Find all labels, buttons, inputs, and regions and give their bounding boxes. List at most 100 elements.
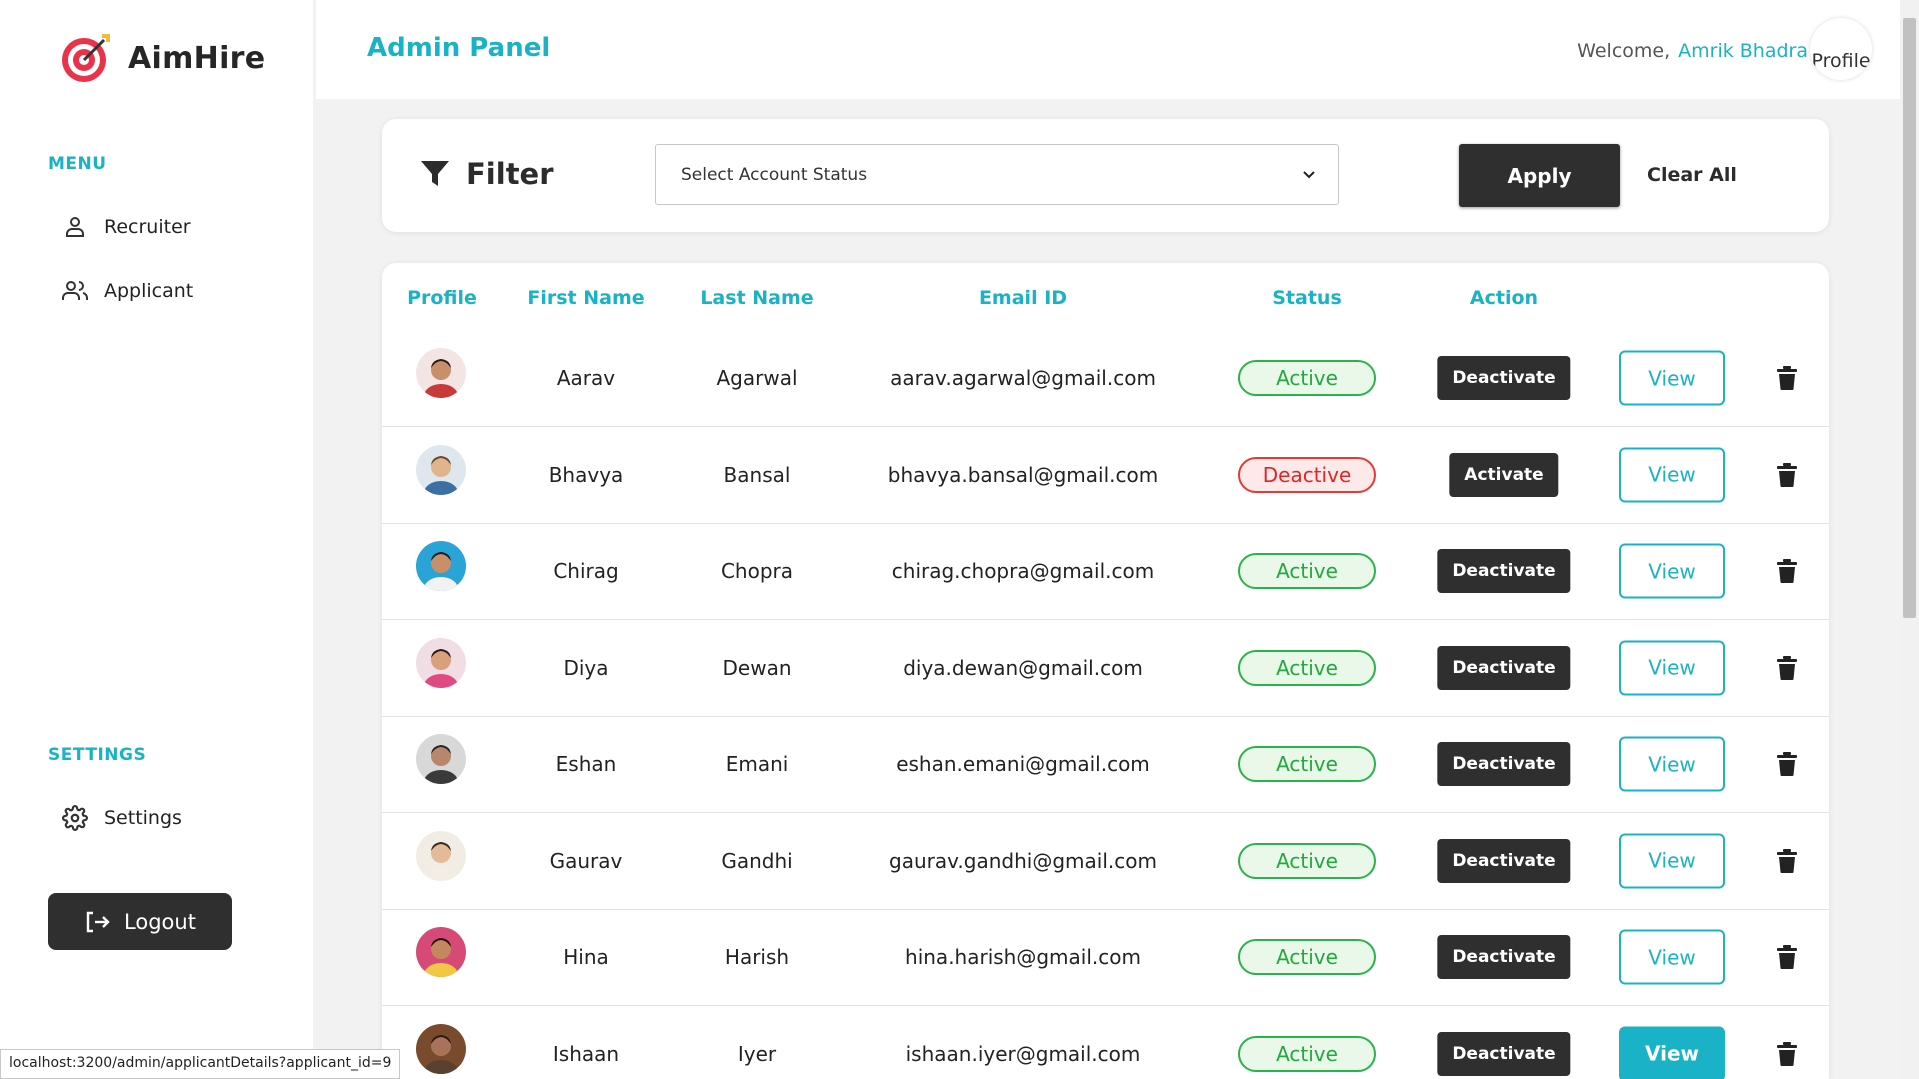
- logout-label: Logout: [124, 909, 196, 934]
- email-cell: diya.dewan@gmail.com: [903, 655, 1143, 680]
- sidebar-item-label: Recruiter: [104, 216, 191, 238]
- vertical-scrollbar[interactable]: [1900, 0, 1919, 1079]
- avatar: [416, 1023, 466, 1074]
- users-icon: [60, 277, 90, 305]
- status-badge: Active: [1238, 746, 1376, 782]
- column-header-first-name: First Name: [527, 287, 645, 309]
- deactivate-button[interactable]: Deactivate: [1437, 549, 1571, 593]
- apply-button[interactable]: Apply: [1459, 144, 1620, 207]
- logout-button[interactable]: Logout: [48, 893, 232, 950]
- trash-icon[interactable]: [1777, 848, 1797, 873]
- app-logo[interactable]: AimHire: [58, 30, 265, 86]
- app-name: AimHire: [128, 40, 266, 76]
- view-button[interactable]: View: [1619, 736, 1725, 792]
- profile-alt-text: Profile: [1811, 50, 1871, 72]
- view-button[interactable]: View: [1619, 1026, 1725, 1079]
- avatar: [416, 541, 466, 591]
- clear-all-button[interactable]: Clear All: [1647, 164, 1737, 186]
- status-badge: Active: [1238, 842, 1376, 879]
- welcome-text: Welcome, Amrik Bhadra: [1577, 40, 1808, 62]
- select-value: Select Account Status: [681, 164, 868, 185]
- email-cell: bhavya.bansal@gmail.com: [887, 462, 1159, 487]
- first-name-cell: Chirag: [553, 559, 619, 583]
- view-button[interactable]: View: [1619, 929, 1725, 985]
- recruiter-icon: [60, 213, 90, 241]
- deactivate-button[interactable]: Deactivate: [1437, 838, 1571, 883]
- applicant-table: Profile First Name Last Name Email ID St…: [382, 263, 1829, 1079]
- sidebar-item-recruiter[interactable]: Recruiter: [60, 213, 191, 241]
- deactivate-button[interactable]: Deactivate: [1437, 356, 1571, 400]
- account-status-select[interactable]: Select Account Status: [655, 144, 1339, 205]
- table-row: Chirag Chopra chirag.chopra@gmail.com Activ…: [382, 523, 1829, 620]
- user-name: Amrik Bhadra: [1678, 40, 1808, 62]
- trash-icon[interactable]: [1777, 1041, 1797, 1066]
- trash-icon[interactable]: [1777, 366, 1797, 390]
- settings-section-title: SETTINGS: [48, 745, 147, 765]
- last-name-cell: Harish: [724, 945, 790, 969]
- trash-icon[interactable]: [1777, 559, 1797, 583]
- deactivate-button[interactable]: Deactivate: [1437, 1031, 1571, 1076]
- first-name-cell: Eshan: [555, 752, 617, 776]
- first-name-cell: Diya: [563, 655, 609, 680]
- last-name-cell: Gandhi: [721, 848, 793, 873]
- filter-title: Filter: [420, 157, 554, 191]
- last-name-cell: Iyer: [737, 1041, 777, 1066]
- first-name-cell: Aarav: [556, 366, 616, 390]
- sidebar-item-label: Applicant: [104, 280, 194, 302]
- email-cell: chirag.chopra@gmail.com: [891, 559, 1155, 583]
- trash-icon[interactable]: [1777, 655, 1797, 680]
- status-badge: Active: [1238, 939, 1376, 975]
- view-button[interactable]: View: [1619, 350, 1725, 406]
- filter-icon: [420, 160, 450, 188]
- table-row: Hina Harish hina.harish@gmail.com Active Dea…: [382, 909, 1829, 1006]
- deactivate-button[interactable]: Deactivate: [1437, 742, 1571, 786]
- avatar: [416, 348, 466, 398]
- logout-icon: [84, 910, 110, 934]
- table-row: Eshan Emani eshan.emani@gmail.com Active Dea…: [382, 716, 1829, 813]
- table-row: Diya Dewan diya.dewan@gmail.com Active Deact…: [382, 620, 1829, 717]
- profile-avatar[interactable]: Profile: [1810, 18, 1872, 80]
- scrollbar-thumb[interactable]: [1903, 18, 1916, 618]
- sidebar-item-applicant[interactable]: Applicant: [60, 277, 193, 305]
- activate-button[interactable]: Activate: [1449, 452, 1559, 497]
- view-button[interactable]: View: [1619, 833, 1725, 888]
- view-button[interactable]: View: [1619, 447, 1725, 502]
- trash-icon[interactable]: [1777, 945, 1797, 969]
- trash-icon[interactable]: [1777, 752, 1797, 776]
- table-row: Ishaan Iyer ishaan.iyer@gmail.com Active Dea…: [382, 1006, 1829, 1079]
- trash-icon[interactable]: [1777, 462, 1797, 487]
- filter-label: Filter: [466, 157, 554, 191]
- filter-card: Filter Select Account Status Apply Clear…: [382, 119, 1829, 232]
- page-title: Admin Panel: [367, 33, 551, 63]
- view-button[interactable]: View: [1619, 640, 1725, 695]
- table-row: Bhavya Bansal bhavya.bansal@gmail.com Deact…: [382, 427, 1829, 524]
- status-badge: Active: [1238, 649, 1376, 686]
- email-cell: ishaan.iyer@gmail.com: [905, 1041, 1141, 1066]
- status-badge: Deactive: [1238, 456, 1376, 493]
- column-header-action: Action: [1469, 287, 1539, 309]
- last-name-cell: Emani: [725, 752, 789, 776]
- sidebar-item-label: Settings: [104, 807, 182, 829]
- first-name-cell: Bhavya: [548, 462, 624, 487]
- email-cell: hina.harish@gmail.com: [905, 945, 1141, 969]
- avatar: [416, 830, 466, 881]
- first-name-cell: Hina: [563, 945, 609, 969]
- sidebar-item-settings[interactable]: Settings: [60, 804, 182, 832]
- avatar: [416, 444, 466, 495]
- top-header: Admin Panel Welcome, Amrik Bhadra Profile: [316, 0, 1900, 99]
- email-cell: eshan.emani@gmail.com: [896, 752, 1150, 776]
- deactivate-button[interactable]: Deactivate: [1437, 935, 1571, 979]
- column-header-email: Email ID: [978, 287, 1068, 309]
- first-name-cell: Gaurav: [549, 848, 623, 873]
- table-row: Gaurav Gandhi gaurav.gandhi@gmail.com Activ…: [382, 813, 1829, 910]
- deactivate-button[interactable]: Deactivate: [1437, 645, 1571, 690]
- target-logo-icon: [62, 34, 110, 82]
- avatar: [416, 927, 466, 977]
- sidebar: AimHire MENU Recruiter Applicant SETTING…: [0, 0, 313, 1079]
- email-cell: aarav.agarwal@gmail.com: [890, 366, 1156, 390]
- view-button[interactable]: View: [1619, 543, 1725, 599]
- status-badge: Active: [1238, 553, 1376, 589]
- gear-icon: [60, 804, 90, 832]
- chevron-down-icon: [1302, 165, 1316, 185]
- status-badge: Active: [1238, 1035, 1376, 1072]
